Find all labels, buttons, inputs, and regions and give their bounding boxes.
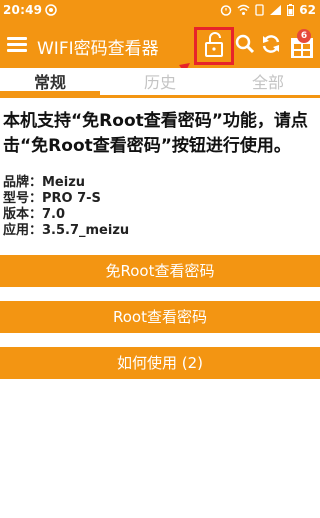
app-version: 应用：3.5.7_meizu — [3, 223, 130, 238]
search-icon[interactable] — [234, 33, 256, 55]
refresh-icon[interactable] — [260, 33, 282, 55]
notification-badge: 6 — [297, 29, 311, 43]
tab-history[interactable]: 历史 — [110, 68, 210, 98]
device-model: 型号：PRO 7-S — [3, 191, 101, 206]
device-brand: 品牌：Meizu — [3, 175, 86, 190]
sim-icon — [255, 4, 264, 16]
instructions-text: 本机支持“免Root查看密码”功能，请点击“免Root查看密码”按钮进行使用。 — [3, 111, 308, 156]
status-bar: 20:49 62 — [0, 0, 320, 21]
wifi-signal-icon — [237, 4, 250, 15]
no-root-view-password-button[interactable]: 免Root查看密码 — [0, 255, 320, 287]
tab-active-indicator — [0, 91, 100, 98]
cell-signal-icon — [270, 5, 282, 15]
root-view-password-button[interactable]: Root查看密码 — [0, 301, 320, 333]
device-info: 品牌：Meizu 型号：PRO 7-S 版本：7.0 应用：3.5.7_meiz… — [3, 175, 129, 239]
menu-icon[interactable] — [4, 29, 30, 59]
status-time: 20:49 — [3, 3, 43, 17]
tab-all[interactable]: 全部 — [218, 68, 318, 98]
wifi-icon — [45, 4, 57, 16]
device-version: 版本：7.0 — [3, 207, 66, 222]
unlock-icon[interactable] — [196, 29, 232, 63]
battery-level: 62 — [299, 3, 316, 17]
how-to-use-button[interactable]: 如何使用 (2) — [0, 347, 320, 379]
battery-icon — [287, 4, 295, 16]
app-title: WIFI密码查看器 — [37, 39, 159, 59]
app-bar: WIFI密码查看器 6 — [0, 21, 320, 98]
alarm-icon — [221, 5, 232, 16]
